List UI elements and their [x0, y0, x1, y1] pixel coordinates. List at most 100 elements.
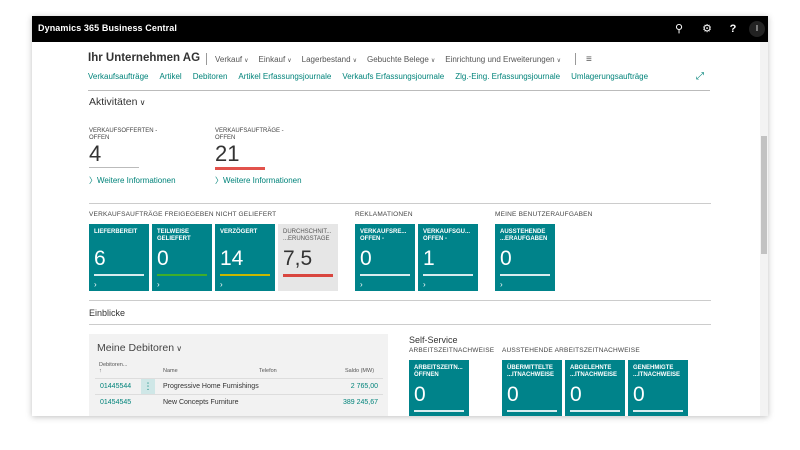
role-center: Ihr Unternehmen AG Verkauf ∨ Einkauf ∨ Lag… [32, 42, 768, 416]
row-menu-icon[interactable]: ⋮ [141, 379, 155, 394]
chevron-right-icon: › [423, 280, 426, 289]
tile-label: DURCHSCHNIT... ...ERUNGSTAGE [283, 229, 332, 242]
tile-value: 0 [507, 383, 519, 406]
tile-verkaufsgutschriften-offen[interactable]: VERKAUFSGU... OFFEN - 1 › [418, 224, 478, 291]
tile-indicator [570, 410, 620, 412]
tile-label: ABGELEHNTE ...ITNACHWEISE [570, 365, 618, 378]
activities-title[interactable]: Aktivitäten ∨ [89, 96, 146, 108]
menu-divider [575, 53, 577, 65]
expand-icon[interactable]: ⤢ [696, 71, 704, 82]
navigation-links: Verkaufsaufträge Artikel Debitoren Artik… [88, 72, 659, 81]
chevron-right-icon: › [360, 280, 363, 289]
tile-durchschnittliche-lieferungstage[interactable]: DURCHSCHNIT... ...ERUNGSTAGE 7,5 [278, 224, 338, 291]
gear-icon[interactable]: ⚙ [700, 22, 714, 36]
tile-indicator [633, 410, 683, 412]
avatar[interactable]: I [749, 21, 765, 37]
tile-indicator [414, 410, 464, 412]
cell-name: Progressive Home Furnishings [163, 383, 259, 390]
group-title-pending-timesheets: AUSSTEHENDE ARBEITSZEITNACHWEISE [502, 347, 640, 354]
tile-verzoegert[interactable]: VERZÖGERT 14 › [215, 224, 275, 291]
tile-label: AUSSTEHENDE ...ERAUFGABEN [500, 229, 548, 242]
scrollbar-thumb[interactable] [761, 136, 767, 254]
menu-item-gebuchte-belege[interactable]: Gebuchte Belege ∨ [367, 55, 435, 64]
tile-label: VERKAUFSRE... OFFEN - [360, 229, 407, 242]
table-row[interactable]: 01445544 ⋮ Progressive Home Furnishings … [95, 378, 383, 394]
cell-balance[interactable]: 389 245,67 [343, 399, 378, 406]
column-header-balance[interactable]: Saldo (MW) [345, 368, 374, 374]
group-title-timesheets: ARBEITSZEITNACHWEISE [409, 347, 495, 354]
search-icon[interactable]: ⚲ [672, 22, 686, 36]
link-umlagerungsauftraege[interactable]: Umlagerungsaufträge [571, 72, 648, 81]
tile-indicator [423, 274, 473, 276]
cell-debitor-no[interactable]: 01454545 [100, 399, 131, 406]
link-artikel[interactable]: Artikel [159, 72, 181, 81]
tile-label: LIEFERBEREIT [94, 229, 138, 235]
tile-value: 14 [220, 247, 244, 270]
group-title-complaints: REKLAMATIONEN [355, 211, 413, 218]
menu-item-einrichtung[interactable]: Einrichtung und Erweiterungen ∨ [445, 55, 561, 64]
chevron-right-icon: › [220, 280, 223, 289]
tile-verkaufsreklamationen-offen[interactable]: VERKAUFSRE... OFFEN - 0 › [355, 224, 415, 291]
kpi-indicator-orders [215, 167, 265, 170]
column-header-phone[interactable]: Telefon [259, 368, 277, 374]
kpi-label-offers: VERKAUFSOFFERTEN - OFFEN [89, 128, 158, 141]
kpi-label-orders: VERKAUFSAUFTRÄGE - OFFEN [215, 128, 284, 141]
tile-indicator [507, 410, 557, 412]
tile-lieferbereit[interactable]: LIEFERBEREIT 6 › [89, 224, 149, 291]
link-verkaufs-erfassungsjournale[interactable]: Verkaufs Erfassungsjournale [342, 72, 444, 81]
more-menu-icon[interactable]: ≡ [586, 54, 592, 65]
kpi-indicator-offers [89, 167, 139, 168]
menu-item-lagerbestand[interactable]: Lagerbestand ∨ [302, 55, 357, 64]
app-title[interactable]: Dynamics 365 Business Central [38, 23, 177, 33]
tile-arbeitszeitnachweise-oeffnen[interactable]: ARBEITSZEITN... ÖFFNEN 0 › [409, 360, 469, 416]
group-title-usertasks: MEINE BENUTZERAUFGABEN [495, 211, 593, 218]
company-name: Ihr Unternehmen AG [88, 52, 201, 64]
debitors-panel: Meine Debitoren ∨ Debitoren... ↑ Name Tel… [89, 334, 388, 416]
cell-balance[interactable]: 2 765,00 [351, 383, 378, 390]
cell-debitor-no[interactable]: 01445544 [100, 383, 131, 390]
link-artikel-erfassungsjournale[interactable]: Artikel Erfassungsjournale [238, 72, 331, 81]
tile-value: 0 [157, 247, 169, 270]
more-info-link-offers[interactable]: 〉Weitere Informationen [89, 175, 176, 186]
tile-teilweise-geliefert[interactable]: TEILWEISE GELIEFERT 0 › [152, 224, 212, 291]
column-header-no[interactable]: Debitoren... ↑ [99, 362, 127, 374]
tile-value: 0 [500, 247, 512, 270]
tile-label: VERZÖGERT [220, 229, 258, 235]
link-zlg-eing-erfassungsjournale[interactable]: Zlg.-Eing. Erfassungsjournale [455, 72, 560, 81]
tile-value: 0 [414, 383, 426, 406]
tile-value: 6 [94, 247, 106, 270]
tile-value: 1 [423, 247, 435, 270]
chevron-right-icon: › [157, 280, 160, 289]
selfservice-title: Self-Service [409, 335, 458, 345]
tile-indicator [94, 274, 144, 276]
tile-indicator [220, 274, 270, 276]
tile-label: VERKAUFSGU... OFFEN - [423, 229, 471, 242]
tile-indicator [157, 274, 207, 276]
column-header-name[interactable]: Name [163, 368, 178, 374]
table-row[interactable]: 01454545 New Concepts Furniture 389 245,… [95, 394, 383, 410]
tile-label: TEILWEISE GELIEFERT [157, 229, 191, 242]
tile-abgelehnte-zeitnachweise[interactable]: ABGELEHNTE ...ITNACHWEISE 0 › [565, 360, 625, 416]
insights-divider [89, 324, 711, 325]
menu-item-einkauf[interactable]: Einkauf ∨ [259, 55, 292, 64]
tile-label: ARBEITSZEITN... ÖFFNEN [414, 365, 463, 378]
tile-value: 0 [633, 383, 645, 406]
kpi-value-orders[interactable]: 21 [215, 143, 239, 165]
tile-genehmigte-zeitnachweise[interactable]: GENEHMIGTE ...ITNACHWEISE 0 › [628, 360, 688, 416]
app-window: Dynamics 365 Business Central ⚲ ⚙ ? I Ih… [32, 16, 768, 416]
menu-item-verkauf[interactable]: Verkauf ∨ [215, 55, 249, 64]
top-bar: Dynamics 365 Business Central ⚲ ⚙ ? I [32, 16, 768, 42]
menu-divider [206, 53, 207, 65]
chevron-right-icon: › [500, 280, 503, 289]
link-debitoren[interactable]: Debitoren [193, 72, 228, 81]
more-info-link-orders[interactable]: 〉Weitere Informationen [215, 175, 302, 186]
kpi-value-offers[interactable]: 4 [89, 143, 101, 165]
tile-uebermittelte-zeitnachweise[interactable]: ÜBERMITTELTE ...ITNACHWEISE 0 › [502, 360, 562, 416]
tile-ausstehende-benutzeraufgaben[interactable]: AUSSTEHENDE ...ERAUFGABEN 0 › [495, 224, 555, 291]
link-verkaufsauftraege[interactable]: Verkaufsaufträge [88, 72, 148, 81]
tile-value: 0 [360, 247, 372, 270]
tile-indicator [360, 274, 410, 276]
help-icon[interactable]: ? [726, 22, 740, 36]
debitors-title[interactable]: Meine Debitoren ∨ [97, 342, 182, 354]
header-divider [88, 90, 710, 91]
